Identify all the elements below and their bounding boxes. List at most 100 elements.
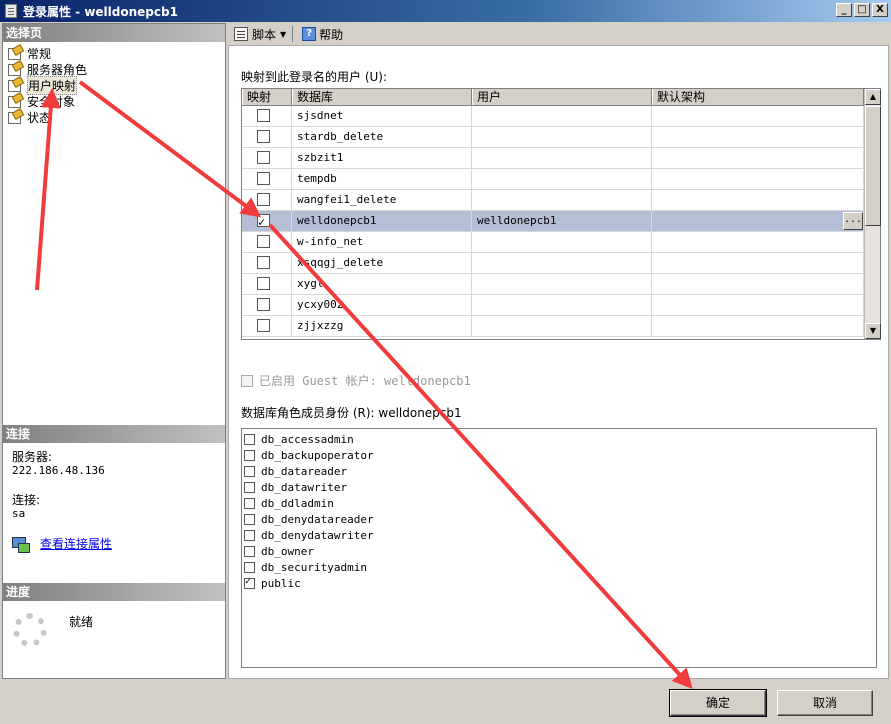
- nav-item[interactable]: 状态: [3, 109, 225, 125]
- default-schema-cell[interactable]: [652, 316, 864, 336]
- nav-item[interactable]: 用户映射: [3, 75, 225, 95]
- grid-row[interactable]: w-info_net: [242, 232, 880, 253]
- view-connection-row[interactable]: 查看连接属性: [12, 536, 216, 553]
- guest-account-checkbox: [241, 374, 253, 387]
- role-checkbox[interactable]: [244, 513, 255, 525]
- browse-schema-button[interactable]: ...: [843, 212, 863, 230]
- column-header-map[interactable]: 映射: [242, 89, 292, 105]
- user-cell[interactable]: [472, 253, 652, 273]
- default-schema-cell[interactable]: [652, 295, 864, 315]
- map-checkbox[interactable]: [257, 298, 270, 311]
- column-header-user[interactable]: 用户: [472, 89, 652, 105]
- help-label: 帮助: [319, 27, 344, 42]
- role-item[interactable]: db_denydatareader: [242, 511, 876, 527]
- default-schema-cell[interactable]: [652, 232, 864, 252]
- user-cell[interactable]: [472, 274, 652, 294]
- map-checkbox[interactable]: [257, 212, 270, 232]
- minimize-button[interactable]: _: [836, 3, 852, 17]
- role-item[interactable]: db_securityadmin: [242, 559, 876, 575]
- map-checkbox[interactable]: [257, 235, 270, 248]
- nav-item-label: 常规: [27, 46, 52, 61]
- progress-section: 进度 就绪: [3, 583, 225, 655]
- role-item[interactable]: db_owner: [242, 543, 876, 559]
- role-item[interactable]: public: [242, 575, 876, 591]
- user-cell[interactable]: [472, 232, 652, 252]
- window-icon: [5, 4, 17, 18]
- map-checkbox[interactable]: [257, 193, 270, 206]
- roles-label: 数据库角色成员身份 (R): welldonepcb1: [241, 404, 462, 421]
- script-button[interactable]: 脚本 ▼: [231, 26, 289, 43]
- role-checkbox[interactable]: [244, 545, 255, 557]
- default-schema-cell[interactable]: [652, 190, 864, 210]
- role-checkbox[interactable]: [244, 481, 255, 493]
- grid-scrollbar[interactable]: ▲ ▼: [864, 89, 881, 339]
- cancel-button[interactable]: 取消: [777, 690, 873, 716]
- role-checkbox[interactable]: [244, 561, 255, 573]
- default-schema-cell[interactable]: [652, 148, 864, 168]
- role-checkbox[interactable]: [244, 433, 255, 445]
- grid-row[interactable]: szbzit1: [242, 148, 880, 169]
- scroll-up-icon[interactable]: ▲: [865, 89, 881, 105]
- roles-label-text: 数据库角色成员身份 (R): welldonepcb1: [241, 406, 462, 420]
- help-icon: ?: [302, 27, 317, 41]
- column-header-database[interactable]: 数据库: [292, 89, 472, 105]
- grid-row[interactable]: ycxy002: [242, 295, 880, 316]
- database-cell: tempdb: [292, 169, 472, 189]
- default-schema-cell[interactable]: ...: [652, 211, 864, 231]
- role-item[interactable]: db_datareader: [242, 463, 876, 479]
- grid-row[interactable]: zjjxzzg: [242, 316, 880, 337]
- nav-item[interactable]: 常规: [3, 45, 225, 61]
- scroll-thumb[interactable]: [865, 106, 881, 226]
- user-cell[interactable]: [472, 169, 652, 189]
- user-cell[interactable]: [472, 148, 652, 168]
- role-item[interactable]: db_ddladmin: [242, 495, 876, 511]
- default-schema-cell[interactable]: [652, 253, 864, 273]
- role-checkbox[interactable]: [244, 449, 255, 461]
- role-item[interactable]: db_denydatawriter: [242, 527, 876, 543]
- map-cell: [242, 190, 292, 210]
- user-cell[interactable]: [472, 127, 652, 147]
- default-schema-cell[interactable]: [652, 127, 864, 147]
- role-checkbox[interactable]: [244, 465, 255, 477]
- default-schema-cell[interactable]: [652, 274, 864, 294]
- default-schema-cell[interactable]: [652, 106, 864, 126]
- progress-header: 进度: [3, 583, 225, 601]
- maximize-button[interactable]: □: [854, 3, 870, 17]
- map-checkbox[interactable]: [257, 130, 270, 143]
- server-value: 222.186.48.136: [12, 464, 105, 477]
- map-checkbox[interactable]: [257, 109, 270, 122]
- column-header-default-schema[interactable]: 默认架构: [652, 89, 864, 105]
- user-cell[interactable]: [472, 316, 652, 336]
- user-cell[interactable]: [472, 190, 652, 210]
- user-cell[interactable]: [472, 106, 652, 126]
- help-button[interactable]: ? 帮助: [299, 26, 346, 43]
- map-checkbox[interactable]: [257, 256, 270, 269]
- ok-button[interactable]: 确定: [669, 689, 767, 717]
- nav-item[interactable]: 安全对象: [3, 93, 225, 109]
- role-item[interactable]: db_backupoperator: [242, 447, 876, 463]
- user-cell[interactable]: [472, 295, 652, 315]
- map-checkbox[interactable]: [257, 277, 270, 290]
- role-checkbox[interactable]: [244, 529, 255, 541]
- role-item[interactable]: db_datawriter: [242, 479, 876, 495]
- grid-row[interactable]: wangfei1_delete: [242, 190, 880, 211]
- grid-row[interactable]: xygl: [242, 274, 880, 295]
- role-item[interactable]: db_accessadmin: [242, 431, 876, 447]
- role-checkbox[interactable]: [244, 497, 255, 509]
- map-checkbox[interactable]: [257, 172, 270, 185]
- map-cell: [242, 211, 292, 232]
- map-checkbox[interactable]: [257, 319, 270, 332]
- grid-row[interactable]: welldonepcb1welldonepcb1...: [242, 211, 880, 232]
- database-cell: zjjxzzg: [292, 316, 472, 336]
- grid-row[interactable]: xsqqgj_delete: [242, 253, 880, 274]
- map-checkbox[interactable]: [257, 151, 270, 164]
- view-connection-properties-link[interactable]: 查看连接属性: [40, 537, 112, 551]
- grid-row[interactable]: tempdb: [242, 169, 880, 190]
- user-cell[interactable]: welldonepcb1: [472, 211, 652, 231]
- role-checkbox[interactable]: [244, 576, 255, 589]
- close-button[interactable]: X: [872, 3, 888, 17]
- default-schema-cell[interactable]: [652, 169, 864, 189]
- grid-row[interactable]: stardb_delete: [242, 127, 880, 148]
- grid-row[interactable]: sjsdnet: [242, 106, 880, 127]
- scroll-down-icon[interactable]: ▼: [865, 323, 881, 339]
